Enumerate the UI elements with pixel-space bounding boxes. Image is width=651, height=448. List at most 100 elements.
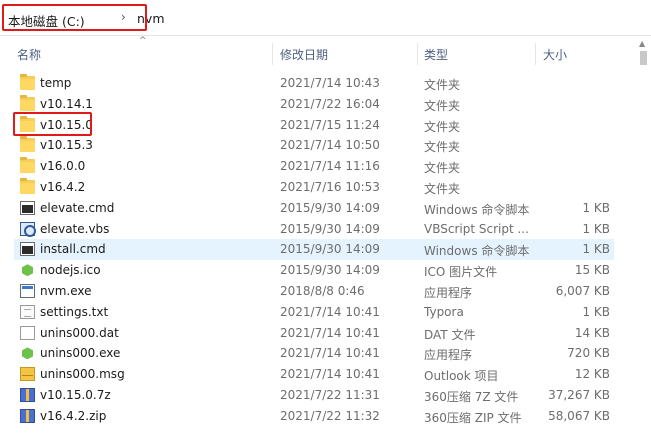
file-date: 2021/7/16 10:53 — [280, 180, 380, 194]
file-row[interactable]: v16.4.2 2021/7/16 10:53 文件夹 — [14, 177, 614, 198]
file-date: 2021/7/22 11:31 — [280, 388, 380, 402]
file-type: Windows 命令脚本 — [424, 244, 530, 259]
column-header-row: 名称 ^ 修改日期 类型 大小 — [0, 36, 651, 69]
column-divider[interactable] — [417, 43, 418, 65]
file-name: nodejs.ico — [40, 263, 101, 278]
file-row[interactable]: nodejs.ico 2015/9/30 14:09 ICO 图片文件 15 KB — [14, 260, 614, 281]
file-date: 2021/7/14 10:50 — [280, 138, 380, 153]
file-date: 2021/7/14 10:41 — [280, 367, 380, 382]
file-name: elevate.cmd — [40, 200, 115, 215]
vertical-scrollbar[interactable]: ▲ — [636, 37, 651, 448]
file-row[interactable]: v16.4.2.zip 2021/7/22 11:32 360压缩 ZIP 文件 58… — [14, 406, 614, 427]
column-header-date[interactable]: 修改日期 — [280, 46, 328, 63]
file-size: 1 KB — [582, 242, 610, 257]
file-date: 2021/7/14 10:41 — [280, 304, 380, 319]
column-header-type[interactable]: 类型 — [424, 46, 448, 63]
file-row[interactable]: v10.14.1 2021/7/22 16:04 文件夹 — [14, 94, 614, 115]
column-divider[interactable] — [535, 43, 536, 65]
file-size: 6,007 KB — [555, 284, 610, 298]
file-row[interactable]: v10.15.3 2021/7/14 10:50 文件夹 — [14, 135, 614, 156]
file-type: 应用程序 — [424, 348, 473, 363]
scroll-up-arrow-icon[interactable]: ▲ — [639, 39, 645, 48]
file-type: 文件夹 — [424, 140, 461, 155]
folder-icon — [20, 136, 35, 153]
file-type: ICO 图片文件 — [424, 265, 498, 280]
folder-icon — [20, 74, 35, 90]
file-type: 文件夹 — [424, 98, 461, 113]
file-row[interactable]: nvm.exe 2018/8/8 0:46 应用程序 6,007 KB — [14, 281, 614, 302]
file-size: 37,267 KB — [548, 388, 610, 402]
file-row[interactable]: unins000.msg 2021/7/14 10:41 Outlook 项目 12 … — [14, 364, 614, 385]
file-type: 文件夹 — [424, 119, 461, 134]
file-row[interactable]: v10.15.0 2021/7/15 11:24 文件夹 — [14, 115, 614, 136]
row-highlight-box — [13, 112, 92, 136]
file-size: 58,067 KB — [548, 408, 610, 423]
file-name: nvm.exe — [40, 284, 92, 298]
file-name: install.cmd — [40, 242, 106, 257]
archive-icon — [20, 388, 35, 402]
file-name: v16.4.2 — [40, 180, 86, 194]
file-row[interactable]: unins000.exe 2021/7/14 10:41 应用程序 720 KB — [14, 343, 614, 364]
vbs-file-icon — [20, 221, 36, 237]
sort-ascending-icon: ^ — [139, 36, 147, 46]
file-size: 1 KB — [582, 221, 610, 236]
file-name: settings.txt — [40, 304, 109, 319]
file-name: unins000.msg — [40, 367, 125, 382]
file-size: 1 KB — [582, 200, 610, 215]
file-row[interactable]: temp 2021/7/14 10:43 文件夹 — [14, 73, 614, 94]
folder-icon — [20, 94, 35, 111]
cmd-file-icon — [20, 242, 35, 257]
file-row[interactable]: v16.0.0 2021/7/14 11:16 文件夹 — [14, 156, 614, 177]
nodejs-icon — [20, 263, 35, 277]
file-date: 2015/9/30 14:09 — [280, 221, 380, 236]
file-type: 360压缩 ZIP 文件 — [424, 410, 522, 425]
file-type: Outlook 项目 — [424, 369, 499, 384]
address-highlight-box — [2, 4, 147, 31]
file-type: 应用程序 — [424, 286, 473, 300]
file-date: 2018/8/8 0:46 — [280, 284, 365, 298]
file-name: v10.15.0.7z — [40, 388, 111, 402]
file-size: 15 KB — [574, 263, 610, 278]
file-row[interactable]: elevate.vbs 2015/9/30 14:09 VBScript Scrip… — [14, 219, 614, 240]
file-type: 360压缩 7Z 文件 — [424, 390, 519, 404]
column-header-size[interactable]: 大小 — [543, 46, 567, 63]
file-size: 1 KB — [582, 304, 610, 319]
column-divider[interactable] — [272, 43, 273, 65]
file-row[interactable]: settings.txt 2021/7/14 10:41 Typora 1 KB — [14, 302, 614, 323]
file-size: 14 KB — [574, 325, 610, 340]
file-row[interactable]: v10.15.0.7z 2021/7/22 11:31 360压缩 7Z 文件 37,… — [14, 385, 614, 406]
file-date: 2021/7/22 11:32 — [280, 408, 380, 423]
file-row[interactable]: unins000.dat 2021/7/14 10:41 DAT 文件 14 KB — [14, 323, 614, 344]
file-date: 2021/7/14 10:41 — [280, 325, 380, 340]
file-type: Windows 命令脚本 — [424, 202, 530, 217]
address-bar[interactable]: 本地磁盘 (C:) › nvm — [0, 0, 651, 36]
file-type: 文件夹 — [424, 161, 461, 176]
file-date: 2021/7/22 16:04 — [280, 96, 380, 111]
file-type: DAT 文件 — [424, 327, 476, 342]
txt-file-icon — [20, 304, 35, 319]
file-name: unins000.exe — [40, 346, 121, 361]
file-name: unins000.dat — [40, 325, 119, 340]
file-date: 2015/9/30 14:09 — [280, 263, 380, 278]
file-type: 文件夹 — [424, 78, 461, 92]
file-name: v10.14.1 — [40, 96, 93, 111]
file-date: 2021/7/14 10:41 — [280, 346, 380, 361]
file-type: 文件夹 — [424, 182, 461, 196]
exe-file-icon — [20, 284, 35, 298]
file-date: 2015/9/30 14:09 — [280, 242, 380, 257]
file-name: temp — [40, 76, 72, 90]
file-row[interactable]: install.cmd 2015/9/30 14:09 Windows 命令脚本 1 … — [14, 239, 614, 261]
file-type: Typora — [424, 304, 464, 319]
file-name: elevate.vbs — [40, 221, 110, 236]
file-size: 720 KB — [567, 346, 610, 361]
file-date: 2015/9/30 14:09 — [280, 200, 380, 215]
file-row[interactable]: elevate.cmd 2015/9/30 14:09 Windows 命令脚本 1 … — [14, 198, 614, 219]
scroll-thumb[interactable] — [640, 51, 647, 65]
column-header-name[interactable]: 名称 — [17, 46, 41, 63]
file-date: 2021/7/14 11:16 — [280, 159, 380, 174]
file-type: VBScript Script ... — [424, 221, 529, 236]
file-size: 12 KB — [574, 367, 610, 382]
folder-icon — [20, 178, 35, 194]
dat-file-icon — [20, 325, 35, 340]
nodejs-icon — [20, 346, 35, 360]
